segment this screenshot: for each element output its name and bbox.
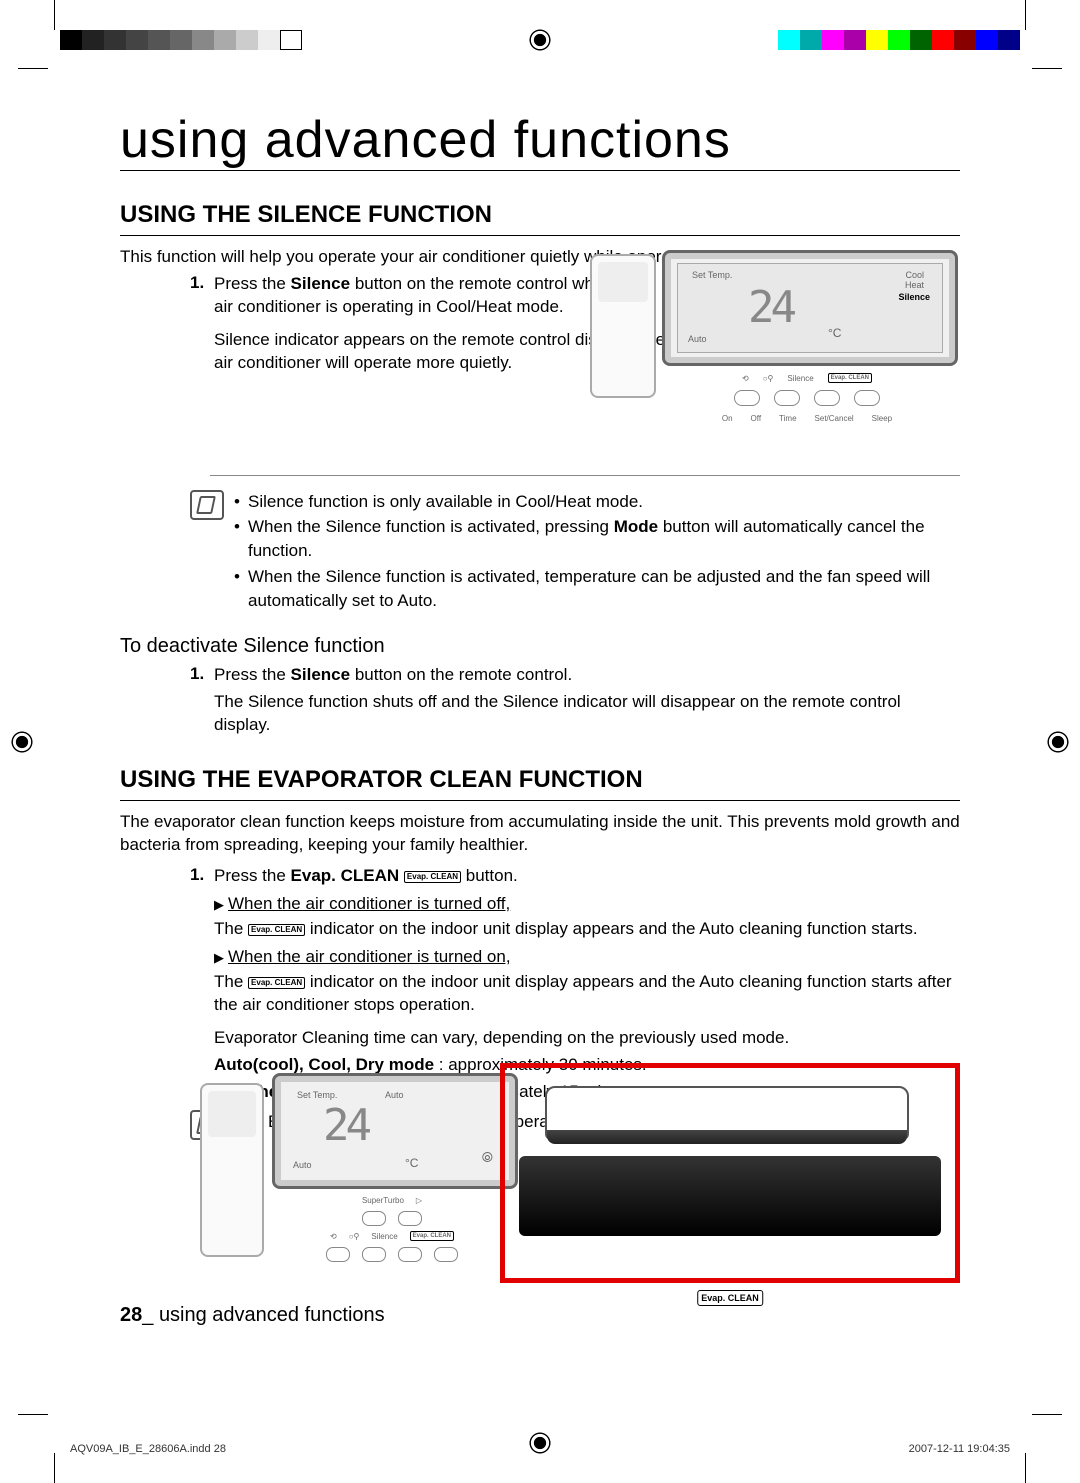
step-number: 1. [190,664,214,687]
silence-figure: Set Temp. Cool Heat Silence Auto 24 °C ⟲… [590,250,960,425]
imprint-file: AQV09A_IB_E_28606A.indd 28 [70,1443,226,1455]
page-footer: 28_ using advanced functions [120,1304,385,1327]
crop-mark [18,1414,48,1415]
evap-remote-figure: Set Temp. Auto 24 °C Auto ⦾ SuperTurbo▷ … [200,1073,530,1273]
temp-unit: °C [828,326,841,340]
label-set-temp: Set Temp. [692,270,732,280]
imprint-timestamp: 2007-12-11 19:04:35 [909,1443,1010,1455]
remote-buttons-illustration: ⟲○⚲ Silence Evap. CLEAN On Off Time Set/… [662,368,952,418]
display-illustration: Set Temp. Cool Heat Silence Auto 24 °C [662,250,958,366]
remote-illustration [590,254,656,398]
display-panel [519,1156,941,1236]
indoor-unit-figure: Evap. CLEAN [500,1063,960,1283]
btn-label: Time [779,414,796,423]
label-silence: Silence [898,292,930,302]
btn-label: Silence [787,374,813,383]
step-text: Press the Silence button on the remote c… [214,664,960,687]
registration-mark-icon [526,26,554,54]
btn-label: SuperTurbo [362,1196,404,1205]
label-set-temp: Set Temp. [297,1090,337,1100]
remote-illustration [200,1083,264,1257]
evap-clean-icon: Evap. CLEAN [248,977,305,989]
label-auto: Auto [385,1090,404,1100]
btn-label: Silence [371,1232,397,1241]
note-list: •Silence function is only available in C… [234,490,960,615]
temp-unit: °C [405,1156,418,1170]
registration-mark-icon [8,728,36,756]
evap-clean-icon: Evap. CLEAN [404,871,461,883]
label-heat: Heat [905,280,924,290]
vary-text: Evaporator Cleaning time can vary, depen… [214,1027,960,1050]
note-icon [190,490,224,520]
btn-label: Set/Cancel [815,414,854,423]
label-cool: Cool [905,270,924,280]
crop-mark [18,68,48,69]
wifi-icon: ⦾ [482,1149,493,1166]
crop-mark [1025,0,1026,30]
step-number: 1. [190,273,214,319]
evap-intro: The evaporator clean function keeps mois… [120,811,960,857]
section-heading-evap: USING THE EVAPORATOR CLEAN FUNCTION [120,766,960,794]
step-text: Press the Silence button on the remote c… [214,273,650,319]
subheading-deactivate: To deactivate Silence function [120,635,960,658]
evap-clean-icon: Evap. CLEAN [828,373,872,383]
btn-label: Sleep [872,414,892,423]
label-auto: Auto [293,1160,312,1170]
temp-value: 24 [323,1100,368,1151]
condition-off: ▶When the air conditioner is turned off, [214,894,960,914]
condition-on-body: The Evap. CLEAN indicator on the indoor … [214,971,960,1017]
temp-value: 24 [748,282,793,333]
label-auto: Auto [688,334,707,344]
crop-mark [54,0,55,30]
chapter-title: using advanced functions [120,110,960,171]
remote-buttons-illustration: SuperTurbo▷ ⟲○⚲ Silence Evap. CLEAN [272,1191,512,1261]
evap-clean-icon: Evap. CLEAN [248,924,305,936]
imprint-line: AQV09A_IB_E_28606A.indd 28 2007-12-11 19… [70,1443,1010,1455]
evap-clean-icon: Evap. CLEAN [697,1290,763,1306]
btn-label: On [722,414,733,423]
section-heading-silence: USING THE SILENCE FUNCTION [120,201,960,229]
registration-mark-icon [1044,728,1072,756]
crop-mark [54,1453,55,1483]
crop-mark [1025,1453,1026,1483]
condition-on: ▶When the air conditioner is turned on, [214,947,960,967]
step-result: The Silence function shuts off and the S… [214,691,960,737]
indoor-unit-illustration [545,1086,909,1140]
step-text: Press the Evap. CLEAN Evap. CLEAN button… [214,865,960,888]
display-illustration: Set Temp. Auto 24 °C Auto ⦾ [272,1073,518,1189]
btn-label: Off [751,414,762,423]
crop-mark [1032,1414,1062,1415]
evap-clean-icon: Evap. CLEAN [410,1231,454,1241]
step-number: 1. [190,865,214,888]
crop-mark [1032,68,1062,69]
condition-off-body: The Evap. CLEAN indicator on the indoor … [214,918,960,941]
